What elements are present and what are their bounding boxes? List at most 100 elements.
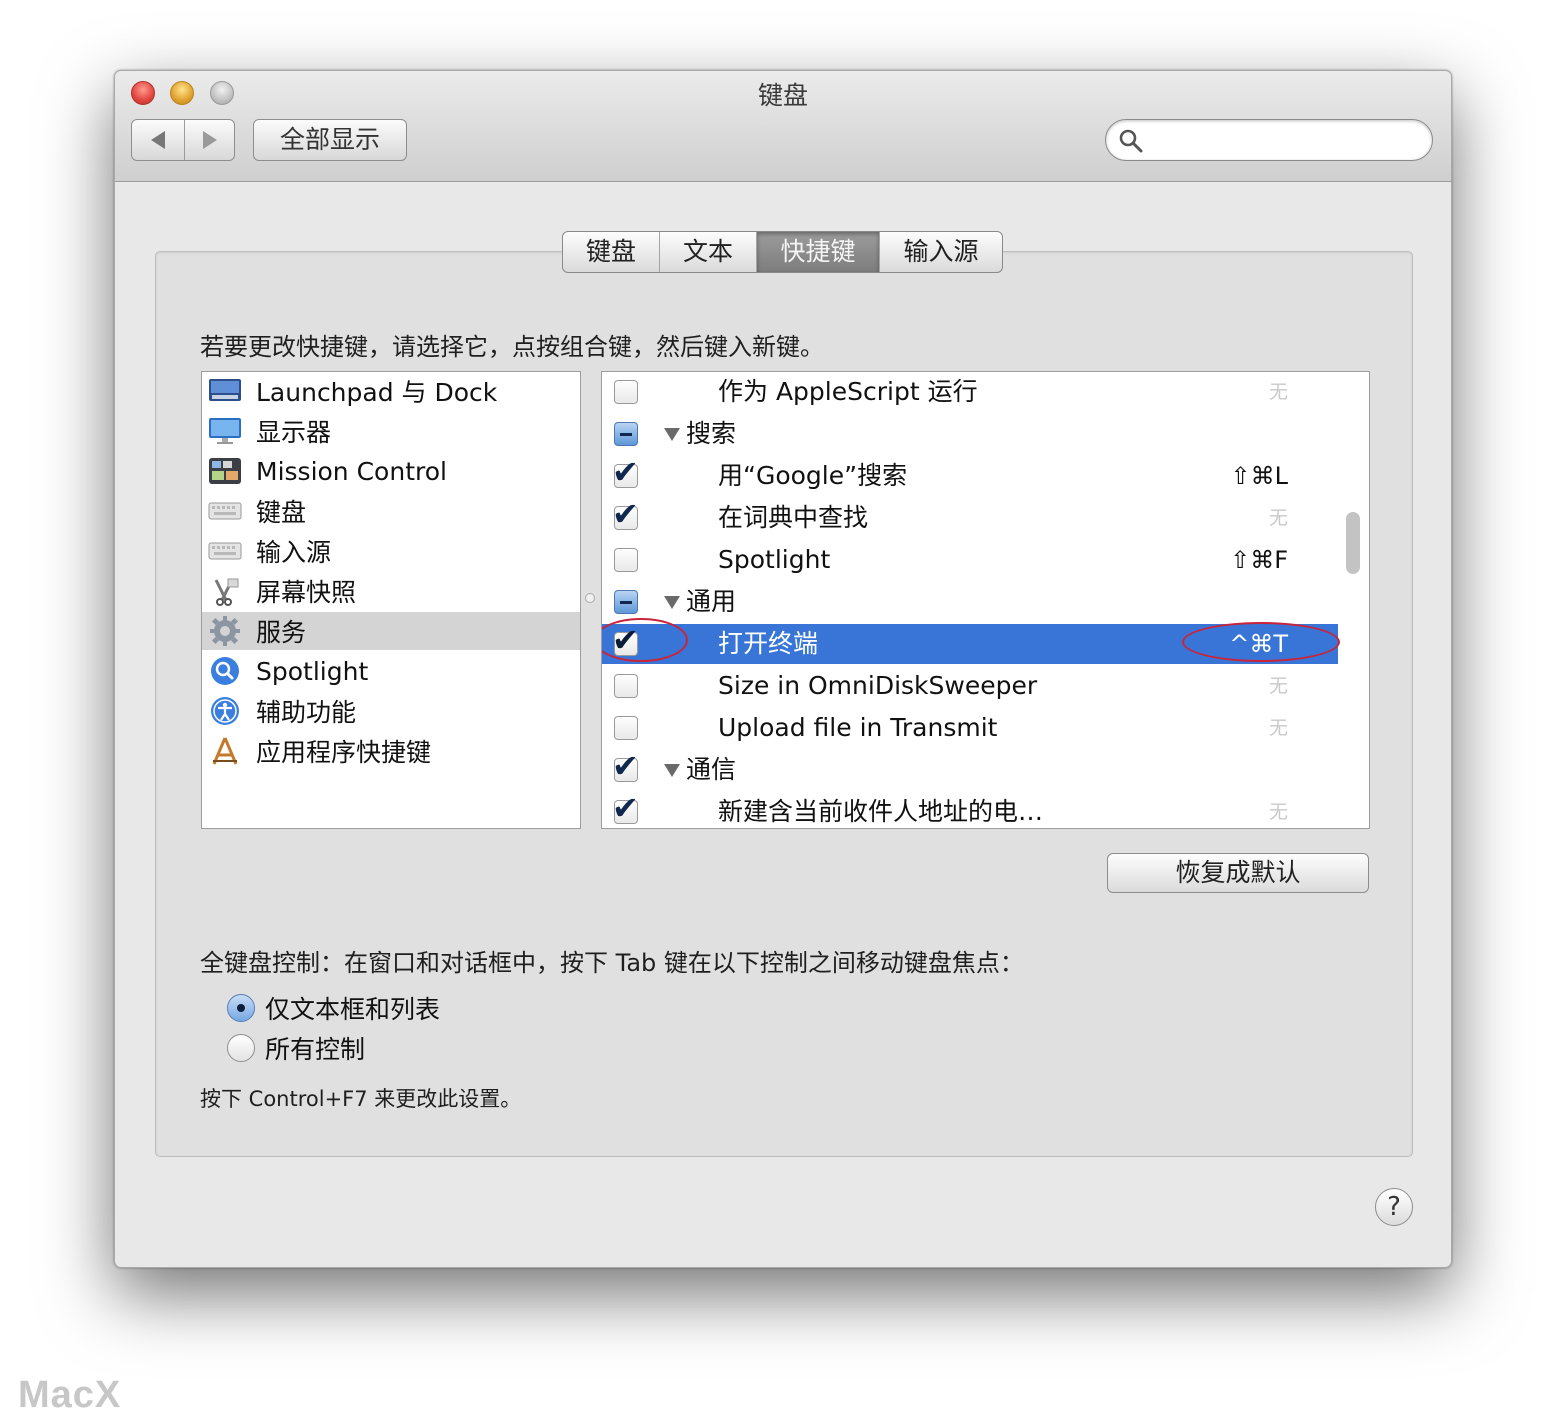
group-label: 搜索 — [686, 419, 737, 448]
shortcut-row[interactable]: Spotlight ⇧⌘F — [602, 540, 1338, 580]
category-accessibility[interactable]: 辅助功能 — [202, 692, 580, 730]
category-label: 输入源 — [256, 538, 332, 567]
shortcut-row[interactable]: 作为 AppleScript 运行 无 — [602, 372, 1338, 412]
tab-keyboard[interactable]: 键盘 — [563, 232, 660, 272]
shortcut-row[interactable]: ✔ 新建含当前收件人地址的电… 无 — [602, 789, 1338, 828]
category-label: Mission Control — [256, 456, 447, 486]
shortcut-group-row[interactable]: ✔ 通信 — [602, 747, 1338, 790]
display-icon — [208, 416, 242, 446]
checkmark-icon: ✔ — [612, 453, 639, 491]
category-input-sources[interactable]: 输入源 — [202, 532, 580, 570]
category-launchpad-dock[interactable]: Launchpad 与 Dock — [202, 372, 580, 410]
tab-bar: 键盘 文本 快捷键 输入源 — [562, 231, 1003, 273]
enable-checkbox[interactable] — [614, 380, 638, 404]
shortcut-keys[interactable]: 无 — [1269, 666, 1288, 706]
gear-icon — [208, 616, 242, 646]
input-source-icon — [208, 536, 242, 566]
shortcut-keys[interactable]: 无 — [1269, 792, 1288, 828]
category-display[interactable]: 显示器 — [202, 412, 580, 450]
control-f7-note: 按下 Control+F7 来更改此设置。 — [200, 1087, 522, 1111]
tab-input-sources[interactable]: 输入源 — [880, 232, 1002, 272]
scrollbar-thumb[interactable] — [1346, 512, 1360, 574]
shortcut-list: 作为 AppleScript 运行 无 搜索 ✔ 用“Google”搜索 ⇧⌘L… — [601, 371, 1370, 829]
shortcut-label: 作为 AppleScript 运行 — [718, 377, 978, 406]
shortcut-keys[interactable]: 无 — [1269, 372, 1288, 412]
category-label: Launchpad 与 Dock — [256, 378, 498, 407]
enable-checkbox[interactable] — [614, 674, 638, 698]
enable-checkbox[interactable] — [614, 716, 638, 740]
title-bar: 键盘 全部显示 — [115, 71, 1451, 182]
restore-defaults-button[interactable]: 恢复成默认 — [1107, 853, 1369, 893]
keyboard-preferences-window: 键盘 全部显示 键盘 文本 快捷键 输入源 若要更改快捷键，请选择它，点按组合键… — [114, 70, 1452, 1268]
shortcut-keys[interactable]: 无 — [1269, 498, 1288, 538]
shortcut-label: 新建含当前收件人地址的电… — [718, 797, 1044, 826]
radio-all-controls[interactable]: 所有控制 — [227, 1031, 365, 1065]
category-label: 屏幕快照 — [256, 578, 357, 607]
forward-button[interactable] — [184, 120, 236, 160]
radio-text-boxes-lists[interactable]: 仅文本框和列表 — [227, 991, 440, 1025]
category-screenshots[interactable]: 屏幕快照 — [202, 572, 580, 610]
annotation-circle-shortcut — [1182, 622, 1340, 662]
radio-button[interactable] — [227, 1034, 255, 1062]
instruction-text: 若要更改快捷键，请选择它，点按组合键，然后键入新键。 — [200, 333, 824, 361]
back-arrow-icon — [151, 131, 165, 149]
mission-control-icon — [208, 456, 242, 486]
group-checkbox[interactable] — [614, 590, 638, 614]
radio-button[interactable] — [227, 994, 255, 1022]
split-view-divider[interactable] — [585, 593, 595, 603]
help-button[interactable]: ? — [1375, 1188, 1413, 1226]
shortcut-keys[interactable]: ⇧⌘F — [1230, 540, 1288, 580]
search-input[interactable] — [1150, 124, 1424, 158]
shortcut-row[interactable]: ✔ 在词典中查找 无 — [602, 495, 1338, 538]
group-checkbox[interactable] — [614, 422, 638, 446]
shortcut-label: 打开终端 — [718, 629, 819, 658]
tab-shortcuts[interactable]: 快捷键 — [757, 232, 880, 272]
category-label: 服务 — [256, 618, 307, 647]
disclosure-triangle-icon[interactable] — [664, 596, 680, 609]
full-keyboard-access-label: 全键盘控制：在窗口和对话框中，按下 Tab 键在以下控制之间移动键盘焦点： — [200, 949, 1024, 977]
shortcut-row[interactable]: Size in OmniDiskSweeper 无 — [602, 666, 1338, 706]
shortcut-label: 用“Google”搜索 — [718, 461, 908, 490]
radio-label: 所有控制 — [265, 1035, 366, 1064]
tab-text[interactable]: 文本 — [660, 232, 757, 272]
accessibility-icon — [208, 696, 242, 726]
show-all-button[interactable]: 全部显示 — [253, 119, 407, 161]
category-app-shortcuts[interactable]: 应用程序快捷键 — [202, 732, 580, 770]
checkmark-icon: ✔ — [612, 789, 639, 827]
back-button[interactable] — [132, 120, 185, 160]
category-label: Spotlight — [256, 656, 369, 686]
window-title: 键盘 — [757, 81, 808, 110]
shortcut-label: 在词典中查找 — [718, 503, 869, 532]
shortcut-label: Upload file in Transmit — [718, 713, 998, 742]
category-mission-control[interactable]: Mission Control — [202, 452, 580, 490]
shortcut-keys[interactable]: ⇧⌘L — [1231, 456, 1288, 496]
shortcut-label: Size in OmniDiskSweeper — [718, 671, 1038, 700]
checkmark-icon: ✔ — [612, 747, 639, 785]
search-icon — [1119, 129, 1143, 153]
search-field[interactable] — [1105, 119, 1433, 161]
launchpad-dock-icon — [208, 376, 242, 406]
screenshot-icon — [208, 576, 242, 606]
category-services[interactable]: 服务 — [202, 612, 580, 650]
shortcut-group-row[interactable]: 通用 — [602, 582, 1338, 622]
category-keyboard[interactable]: 键盘 — [202, 492, 580, 530]
enable-checkbox[interactable] — [614, 548, 638, 572]
shortcut-row[interactable]: ✔ 用“Google”搜索 ⇧⌘L — [602, 453, 1338, 496]
checkmark-icon: ✔ — [612, 495, 639, 533]
watermark-logo: MacX — [18, 1374, 122, 1416]
disclosure-triangle-icon[interactable] — [664, 428, 680, 441]
app-shortcuts-icon — [208, 736, 242, 766]
group-label: 通信 — [686, 755, 737, 784]
spotlight-icon — [208, 656, 242, 686]
radio-label: 仅文本框和列表 — [265, 995, 441, 1024]
shortcut-group-row[interactable]: 搜索 — [602, 414, 1338, 454]
back-forward-control — [131, 119, 235, 161]
shortcut-keys[interactable]: 无 — [1269, 708, 1288, 748]
category-label: 键盘 — [256, 498, 307, 527]
shortcut-row[interactable]: Upload file in Transmit 无 — [602, 708, 1338, 748]
disclosure-triangle-icon[interactable] — [664, 764, 680, 777]
category-spotlight[interactable]: Spotlight — [202, 652, 580, 690]
category-label: 应用程序快捷键 — [256, 738, 432, 767]
shortcut-label: Spotlight — [718, 545, 831, 574]
category-label: 显示器 — [256, 418, 332, 447]
